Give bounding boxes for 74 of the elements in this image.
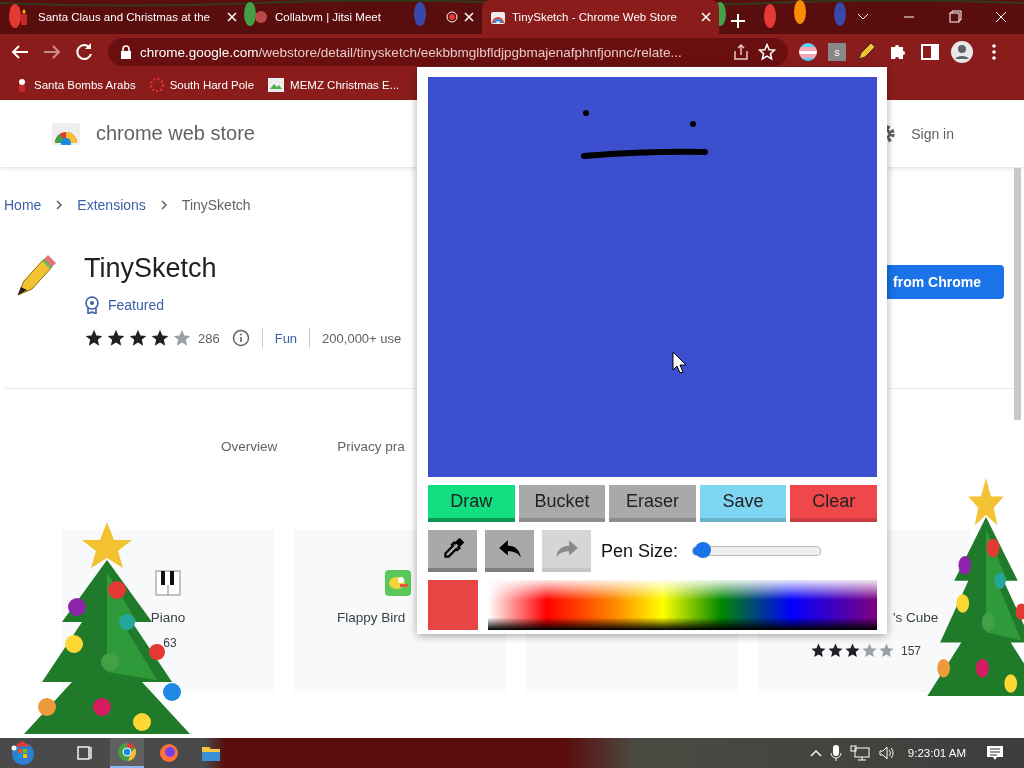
new-tab-icon[interactable] <box>731 14 745 28</box>
info-icon[interactable] <box>231 329 250 347</box>
piano-icon <box>155 570 181 596</box>
address-bar[interactable]: chrome.google.com/webstore/detail/tinysketch/eekbbmglbfldjpgbmajenafphnfjonnc/relate... <box>108 38 788 66</box>
volume-icon[interactable] <box>877 745 896 761</box>
close-icon[interactable] <box>701 12 711 22</box>
eyedropper-button[interactable] <box>428 530 477 572</box>
user-count: 200,000+ use <box>322 330 402 346</box>
breadcrumb-link[interactable]: Home <box>4 197 42 213</box>
pen-size-label: Pen Size: <box>601 540 679 562</box>
store-logo-icon <box>52 122 80 145</box>
star-icon <box>878 642 895 659</box>
card-title: Piano <box>150 610 186 625</box>
star-icon <box>172 328 192 348</box>
tool-button[interactable]: Bucket <box>518 485 606 522</box>
star-icon <box>810 642 827 659</box>
breadcrumb-link[interactable]: Extensions <box>77 197 146 213</box>
page-tab[interactable]: Privacy pra <box>337 439 405 454</box>
category-link[interactable]: Fun <box>274 330 298 346</box>
tool-button[interactable]: Draw <box>428 485 515 522</box>
browser-tab[interactable]: Santa Claus and Christmas at the <box>8 0 245 34</box>
star-icon <box>844 642 861 659</box>
browser-icon[interactable] <box>117 742 137 762</box>
browser-tab[interactable]: TinySketch - Chrome Web Store <box>482 0 719 34</box>
extension-title: TinySketch <box>84 253 218 284</box>
close-icon[interactable] <box>227 12 237 22</box>
clock[interactable]: 9:23:01 AM <box>907 747 966 759</box>
featured-label: Featured <box>108 297 165 313</box>
card-title: 's Cube <box>893 610 939 625</box>
bookmark[interactable]: MEMZ Christmas E... <box>268 78 400 92</box>
chevron-icon <box>159 200 168 210</box>
profile-icon[interactable] <box>950 40 974 64</box>
star-icon[interactable] <box>758 43 776 61</box>
tool-button[interactable]: Eraser <box>609 485 696 522</box>
bird-icon <box>385 570 411 596</box>
lock-icon <box>120 45 132 59</box>
card-title: Flappy Bird <box>337 610 406 625</box>
folder-icon[interactable] <box>201 744 221 762</box>
close-icon[interactable] <box>464 12 474 22</box>
start-icon[interactable] <box>10 740 36 766</box>
star-icon <box>827 642 844 659</box>
image-icon <box>268 78 285 92</box>
rating-count: 157 <box>901 643 922 658</box>
bookmark[interactable]: Santa Bombs Arabs <box>16 78 136 92</box>
color-spectrum[interactable] <box>487 580 877 630</box>
sign-in-link[interactable]: Sign in <box>911 125 954 142</box>
rating-count: 286 <box>198 330 220 346</box>
badge-icon <box>84 296 100 314</box>
scrollbar[interactable] <box>1014 168 1021 420</box>
tool-button[interactable]: Clear <box>790 485 877 522</box>
extension-icon[interactable]: s <box>828 43 846 61</box>
star-icon <box>150 328 170 348</box>
page-tab[interactable]: Overview <box>221 439 278 454</box>
chevron-icon <box>55 200 64 210</box>
microphone-icon[interactable] <box>829 744 842 762</box>
tool-button[interactable]: Save <box>699 485 787 522</box>
star-icon <box>106 328 126 348</box>
store-logo-text: chrome web store <box>96 122 255 145</box>
browser-tab[interactable]: Collabvm | Jitsi Meet <box>245 0 482 34</box>
pencil-icon <box>14 253 56 299</box>
network-icon[interactable] <box>849 745 870 761</box>
chevron-up-icon[interactable] <box>809 748 822 758</box>
task-view-icon[interactable] <box>76 744 94 762</box>
bookmark[interactable]: South Hard Pole <box>149 78 255 92</box>
notification-icon[interactable] <box>986 744 1004 762</box>
star-icon <box>861 642 878 659</box>
rainbow-icon <box>490 9 506 25</box>
star-icon <box>84 328 104 348</box>
undo-button[interactable] <box>485 530 534 572</box>
share-icon[interactable] <box>732 43 750 61</box>
cursor-icon <box>672 351 687 374</box>
breadcrumb-link[interactable]: TinySketch <box>181 197 251 213</box>
star-icon <box>128 328 148 348</box>
rating-count: 63 <box>163 636 177 650</box>
